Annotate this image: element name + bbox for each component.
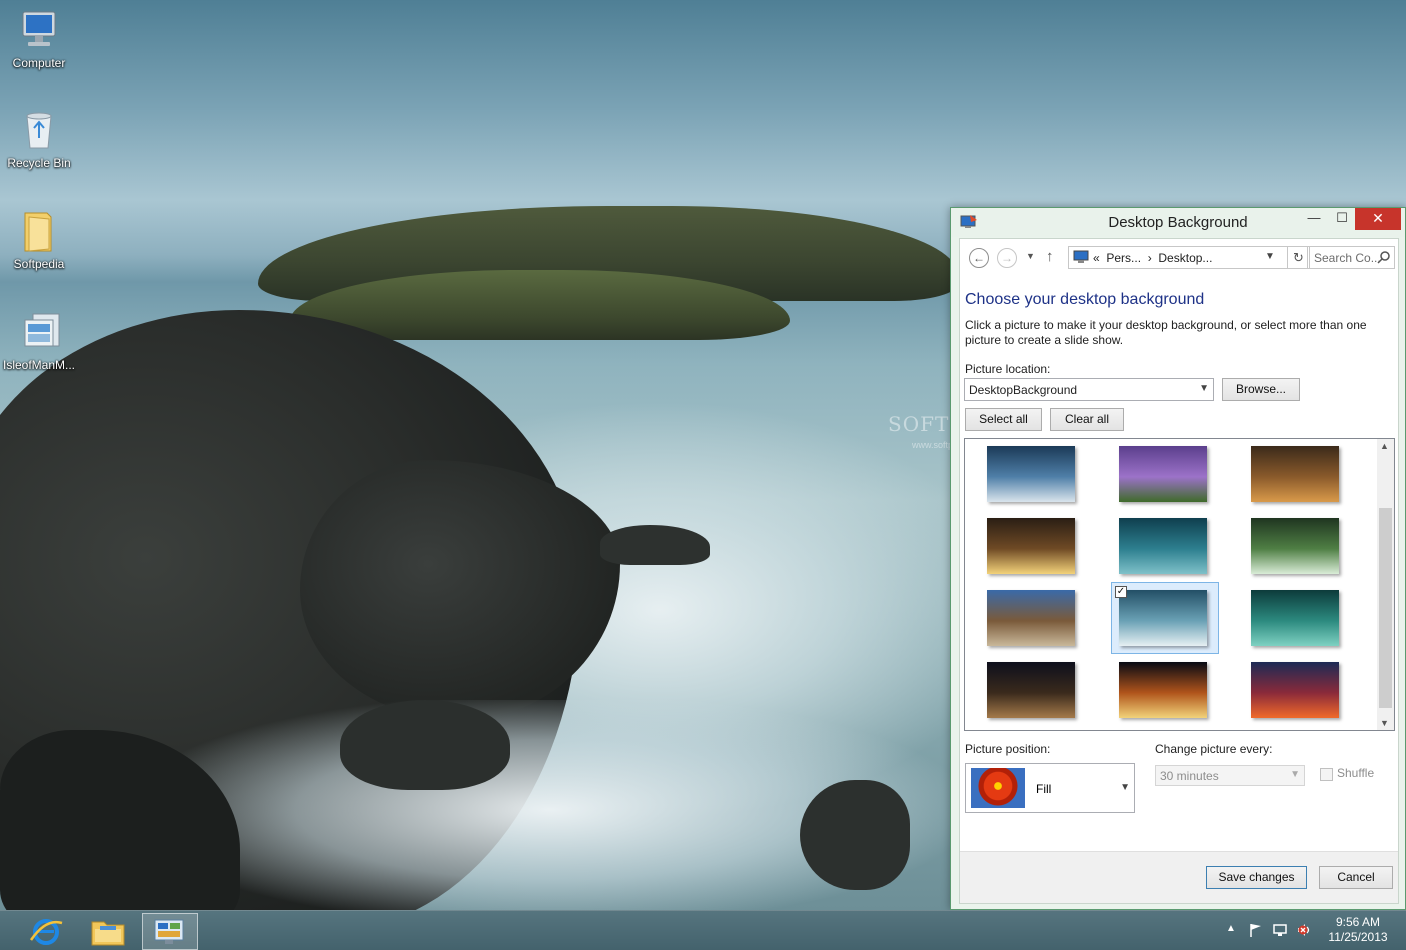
wallpaper-thumbnail[interactable] — [1119, 590, 1207, 646]
search-input[interactable]: Search Co... — [1307, 246, 1395, 269]
desktop-icon-computer[interactable]: Computer — [0, 8, 78, 70]
desktop-icon-theme-pack[interactable]: IsleofManM... — [0, 310, 78, 372]
desktop-icon-recycle-bin[interactable]: Recycle Bin — [0, 108, 78, 170]
wallpaper-thumbnail[interactable] — [1119, 518, 1207, 574]
back-button[interactable]: ← — [969, 248, 989, 268]
thumbnail-checkbox[interactable]: ✓ — [1115, 586, 1127, 598]
scroll-down-arrow-icon[interactable]: ▼ — [1380, 718, 1389, 728]
recycle-bin-icon — [17, 108, 61, 152]
picture-position-value: Fill — [1036, 782, 1052, 796]
picture-location-label: Picture location: — [965, 362, 1051, 376]
refresh-icon: ↻ — [1293, 250, 1304, 265]
wallpaper-thumbnail[interactable] — [987, 662, 1075, 718]
desktop-icon-softpedia[interactable]: Softpedia — [0, 209, 78, 271]
forward-arrow-icon: → — [1001, 251, 1013, 265]
internet-explorer-icon — [29, 919, 63, 945]
control-panel-icon — [1073, 250, 1089, 264]
action-center-flag-icon[interactable] — [1248, 922, 1264, 938]
folder-icon — [17, 209, 61, 253]
picture-location-dropdown[interactable]: DesktopBackground ▼ — [964, 378, 1214, 401]
computer-icon — [17, 8, 61, 52]
back-arrow-icon: ← — [973, 251, 985, 265]
chevron-down-icon: ▼ — [1290, 769, 1300, 780]
address-dropdown-chevron-icon[interactable]: ▼ — [1265, 251, 1275, 262]
title-bar[interactable]: Desktop Background — ☐ ✕ — [951, 208, 1405, 237]
picture-position-preview — [971, 768, 1025, 808]
power-warning-icon[interactable] — [1298, 924, 1308, 935]
wallpaper-thumbnail[interactable] — [1251, 518, 1339, 574]
search-placeholder: Search Co... — [1314, 251, 1381, 265]
clock-date: 11/25/2013 — [1328, 930, 1388, 944]
scrollbar-thumb[interactable] — [1379, 508, 1392, 708]
change-picture-label: Change picture every: — [1155, 742, 1273, 756]
search-icon — [1377, 250, 1391, 264]
shuffle-label: Shuffle — [1337, 766, 1375, 780]
shuffle-checkbox[interactable] — [1320, 768, 1333, 781]
cancel-button[interactable]: Cancel — [1319, 866, 1393, 889]
control-panel-icon — [154, 919, 184, 944]
address-bar[interactable]: « Pers... › Desktop... ▼ — [1068, 246, 1288, 269]
network-icon[interactable] — [1272, 922, 1288, 938]
clear-all-button[interactable]: Clear all — [1050, 408, 1124, 431]
wallpaper-thumbnail[interactable] — [987, 590, 1075, 646]
show-hidden-icons-chevron-icon[interactable]: ▲ — [1226, 923, 1236, 934]
taskbar: ▲ 9:56 AM 11/25/2013 — [0, 910, 1406, 950]
file-explorer-icon — [91, 921, 125, 946]
chevron-down-icon: ▼ — [1120, 782, 1130, 793]
change-interval-value: 30 minutes — [1160, 769, 1219, 783]
desktop-icon-label: Computer — [12, 56, 66, 70]
taskbar-control-panel[interactable] — [142, 913, 198, 950]
gallery-scrollbar[interactable]: ▲ ▼ — [1377, 439, 1394, 730]
wallpaper-thumbnail[interactable] — [1251, 590, 1339, 646]
wallpaper-thumbnail[interactable] — [987, 518, 1075, 574]
wallpaper-rock — [800, 780, 910, 890]
picture-position-label: Picture position: — [965, 742, 1051, 756]
desktop-background-window: Desktop Background — ☐ ✕ ← → ▼ ↑ « Pers.… — [950, 207, 1406, 910]
breadcrumb-separator[interactable]: › — [1148, 251, 1152, 265]
scroll-up-arrow-icon[interactable]: ▲ — [1380, 441, 1389, 451]
picture-gallery[interactable]: ✓ ▲ ▼ — [964, 438, 1395, 731]
taskbar-file-explorer[interactable] — [80, 913, 136, 950]
up-button[interactable]: ↑ — [1046, 248, 1054, 265]
desktop-icon-label: Softpedia — [13, 257, 65, 271]
change-interval-dropdown[interactable]: 30 minutes ▼ — [1155, 765, 1305, 786]
page-title: Choose your desktop background — [965, 291, 1205, 308]
select-all-button[interactable]: Select all — [965, 408, 1042, 431]
chevron-down-icon: ▼ — [1199, 383, 1209, 394]
save-changes-button[interactable]: Save changes — [1206, 866, 1307, 889]
theme-pack-icon — [17, 310, 61, 354]
wallpaper-thumbnail[interactable] — [1251, 662, 1339, 718]
desktop-icon-label: IsleofManM... — [2, 358, 76, 372]
maximize-button[interactable]: ☐ — [1329, 208, 1355, 230]
recent-locations-chevron-icon[interactable]: ▼ — [1026, 251, 1035, 261]
minimize-button[interactable]: — — [1301, 208, 1327, 230]
breadcrumb-item-desktop-background[interactable]: Desktop... — [1158, 251, 1212, 265]
dialog-content: ← → ▼ ↑ « Pers... › Desktop... ▼ ↻ Searc… — [959, 238, 1399, 904]
up-arrow-icon: ↑ — [1046, 248, 1054, 265]
page-description: Click a picture to make it your desktop … — [965, 318, 1367, 347]
picture-position-dropdown[interactable]: Fill ▼ — [965, 763, 1135, 813]
browse-button[interactable]: Browse... — [1222, 378, 1300, 401]
picture-location-value: DesktopBackground — [969, 383, 1078, 397]
navigation-bar: ← → ▼ ↑ « Pers... › Desktop... ▼ ↻ Searc… — [960, 239, 1398, 273]
clock-time: 9:56 AM — [1335, 915, 1381, 929]
breadcrumb-item-personalization[interactable]: Pers... — [1106, 251, 1141, 265]
wallpaper-thumbnail[interactable] — [1119, 446, 1207, 502]
system-clock[interactable]: 9:56 AM 11/25/2013 — [1318, 915, 1398, 945]
wallpaper-thumbnail[interactable] — [987, 446, 1075, 502]
taskbar-internet-explorer[interactable] — [18, 913, 74, 950]
wallpaper-thumbnail[interactable] — [1119, 662, 1207, 718]
breadcrumb: « Pers... › Desktop... — [1093, 251, 1212, 265]
wallpaper-rock — [340, 700, 510, 790]
close-button[interactable]: ✕ — [1355, 208, 1401, 230]
desktop-icon-label: Recycle Bin — [7, 156, 71, 170]
wallpaper-rock — [600, 525, 710, 565]
forward-button[interactable]: → — [997, 248, 1017, 268]
dialog-footer: Save changes Cancel — [960, 851, 1398, 903]
wallpaper-thumbnail[interactable] — [1251, 446, 1339, 502]
breadcrumb-overflow[interactable]: « — [1093, 251, 1100, 265]
